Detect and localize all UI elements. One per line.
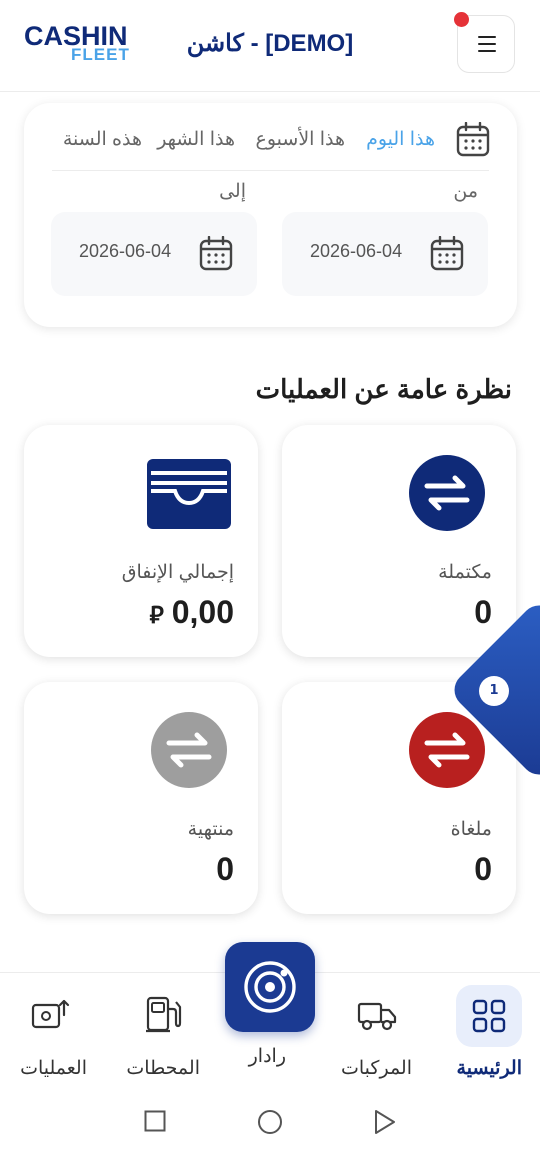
page-title: كاشن - [DEMO] bbox=[186, 30, 354, 57]
from-label: من bbox=[453, 181, 478, 202]
currency-symbol: ⃁ bbox=[149, 602, 164, 629]
logo-fleet: FLEET bbox=[71, 45, 130, 64]
nav-stations[interactable]: المحطات bbox=[126, 1057, 200, 1080]
total-spend-label: إجمالي الإنفاق bbox=[121, 562, 234, 583]
total-spend-amount: 0,00 bbox=[171, 594, 234, 630]
hamburger-icon-line bbox=[478, 50, 496, 52]
section-title: نظرة عامة عن العمليات bbox=[255, 374, 512, 404]
nav-radar[interactable]: رادار bbox=[249, 1045, 286, 1068]
total-spend-value: ⃁ 0,00 bbox=[149, 594, 234, 631]
from-date-value: 2026-06-04 bbox=[310, 241, 403, 261]
tab-today[interactable]: هذا اليوم bbox=[366, 126, 435, 154]
to-date-value: 2026-06-04 bbox=[79, 241, 172, 261]
back-triangle-icon[interactable] bbox=[373, 1109, 397, 1135]
recent-apps-icon[interactable] bbox=[144, 1110, 166, 1132]
floating-badge-count: 1 bbox=[479, 676, 509, 706]
radar-icon bbox=[244, 961, 296, 1013]
expired-value: 0 bbox=[216, 851, 234, 887]
grid-icon bbox=[472, 999, 506, 1033]
transactions-icon[interactable] bbox=[31, 997, 71, 1033]
nav-operations[interactable]: العمليات bbox=[20, 1057, 87, 1080]
tab-this-year[interactable]: هذه السنة bbox=[63, 126, 142, 154]
filter-divider bbox=[52, 170, 489, 171]
cancelled-label: ملغاة bbox=[450, 819, 492, 840]
transfer-arrows-icon bbox=[151, 712, 227, 788]
hamburger-icon-line bbox=[478, 43, 496, 45]
calendar-icon[interactable] bbox=[456, 122, 490, 158]
app-header: CASHIN FLEET كاشن - [DEMO] bbox=[0, 0, 540, 92]
calendar-icon bbox=[199, 236, 233, 271]
cancelled-value: 0 bbox=[474, 851, 492, 887]
truck-icon[interactable] bbox=[357, 998, 397, 1032]
nav-home[interactable]: الرئيسية bbox=[457, 1057, 522, 1080]
calendar-icon bbox=[430, 236, 464, 271]
completed-label: مكتملة bbox=[438, 562, 492, 583]
notification-dot bbox=[454, 12, 469, 27]
to-label: إلى bbox=[219, 181, 246, 202]
hamburger-icon bbox=[478, 36, 496, 38]
nav-vehicles[interactable]: المركبات bbox=[341, 1057, 412, 1080]
tab-this-week[interactable]: هذا الأسبوع bbox=[256, 126, 345, 154]
home-circle-icon[interactable] bbox=[257, 1109, 283, 1135]
expired-label: منتهية bbox=[187, 819, 234, 840]
wallet-icon bbox=[147, 459, 231, 529]
tab-this-month[interactable]: هذا الشهر bbox=[157, 126, 235, 154]
fuel-station-icon[interactable] bbox=[145, 995, 183, 1035]
transfer-arrows-icon bbox=[409, 455, 485, 531]
